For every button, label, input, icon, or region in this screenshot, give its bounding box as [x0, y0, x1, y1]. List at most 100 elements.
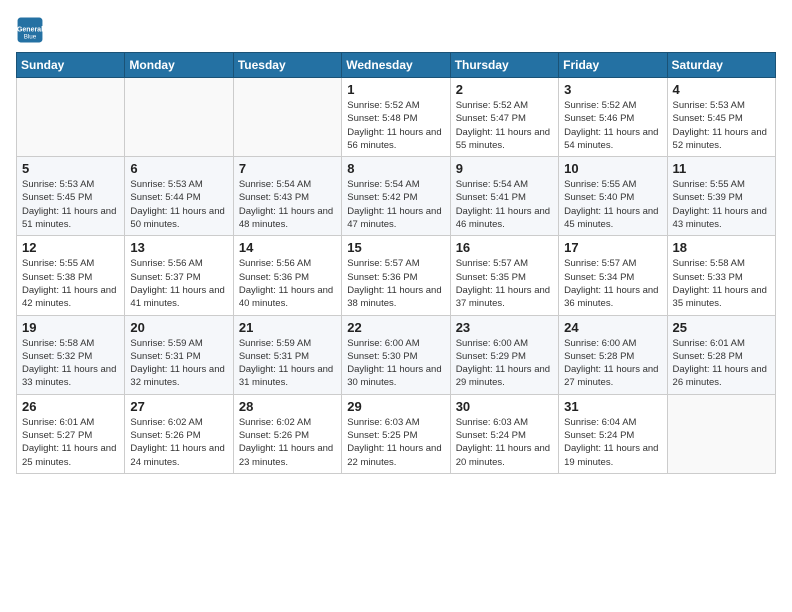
day-number: 4	[673, 82, 770, 97]
calendar-week-row: 1Sunrise: 5:52 AMSunset: 5:48 PMDaylight…	[17, 78, 776, 157]
day-detail: Sunrise: 6:02 AMSunset: 5:26 PMDaylight:…	[239, 416, 336, 469]
day-number: 26	[22, 399, 119, 414]
calendar-cell: 9 Sunrise: 5:54 AMSunset: 5:41 PMDaylight…	[450, 157, 558, 236]
calendar-week-row: 5 Sunrise: 5:53 AMSunset: 5:45 PMDaylight…	[17, 157, 776, 236]
day-detail: Sunrise: 5:54 AMSunset: 5:43 PMDaylight:…	[239, 178, 336, 231]
calendar-cell: 18Sunrise: 5:58 AMSunset: 5:33 PMDayligh…	[667, 236, 775, 315]
calendar-cell: 10 Sunrise: 5:55 AMSunset: 5:40 PMDayligh…	[559, 157, 667, 236]
calendar-cell: 19 Sunrise: 5:58 AMSunset: 5:32 PMDayligh…	[17, 315, 125, 394]
calendar-cell: 29 Sunrise: 6:03 AMSunset: 5:25 PMDayligh…	[342, 394, 450, 473]
day-detail: Sunrise: 6:04 AMSunset: 5:24 PMDaylight:…	[564, 416, 661, 469]
calendar-cell: 2 Sunrise: 5:52 AMSunset: 5:47 PMDaylight…	[450, 78, 558, 157]
day-number: 11	[673, 161, 770, 176]
calendar-cell: 26 Sunrise: 6:01 AMSunset: 5:27 PMDayligh…	[17, 394, 125, 473]
day-number: 24	[564, 320, 661, 335]
calendar-cell: 31 Sunrise: 6:04 AMSunset: 5:24 PMDayligh…	[559, 394, 667, 473]
page-header: General Blue	[16, 16, 776, 44]
day-detail: Sunrise: 6:01 AMSunset: 5:28 PMDaylight:…	[673, 337, 770, 390]
day-detail: Sunrise: 6:00 AMSunset: 5:30 PMDaylight:…	[347, 337, 444, 390]
day-number: 22	[347, 320, 444, 335]
calendar-cell	[233, 78, 341, 157]
calendar-cell: 22 Sunrise: 6:00 AMSunset: 5:30 PMDayligh…	[342, 315, 450, 394]
calendar-cell: 21 Sunrise: 5:59 AMSunset: 5:31 PMDayligh…	[233, 315, 341, 394]
day-detail: Sunrise: 5:55 AMSunset: 5:39 PMDaylight:…	[673, 178, 770, 231]
day-number: 23	[456, 320, 553, 335]
day-number: 29	[347, 399, 444, 414]
day-number: 10	[564, 161, 661, 176]
calendar-cell: 3Sunrise: 5:52 AMSunset: 5:46 PMDaylight…	[559, 78, 667, 157]
day-detail: Sunrise: 5:57 AMSunset: 5:35 PMDaylight:…	[456, 257, 553, 310]
day-number: 12	[22, 240, 119, 255]
day-detail: Sunrise: 6:01 AMSunset: 5:27 PMDaylight:…	[22, 416, 119, 469]
day-detail: Sunrise: 6:00 AMSunset: 5:29 PMDaylight:…	[456, 337, 553, 390]
svg-text:Blue: Blue	[24, 34, 37, 41]
day-number: 20	[130, 320, 227, 335]
day-number: 27	[130, 399, 227, 414]
day-detail: Sunrise: 6:03 AMSunset: 5:25 PMDaylight:…	[347, 416, 444, 469]
day-detail: Sunrise: 5:53 AMSunset: 5:45 PMDaylight:…	[22, 178, 119, 231]
day-number: 19	[22, 320, 119, 335]
day-number: 5	[22, 161, 119, 176]
calendar-cell: 20Sunrise: 5:59 AMSunset: 5:31 PMDayligh…	[125, 315, 233, 394]
day-detail: Sunrise: 5:55 AMSunset: 5:40 PMDaylight:…	[564, 178, 661, 231]
day-detail: Sunrise: 5:53 AMSunset: 5:44 PMDaylight:…	[130, 178, 227, 231]
day-detail: Sunrise: 5:56 AMSunset: 5:37 PMDaylight:…	[130, 257, 227, 310]
day-number: 18	[673, 240, 770, 255]
calendar-cell: 24 Sunrise: 6:00 AMSunset: 5:28 PMDayligh…	[559, 315, 667, 394]
calendar-header-row: SundayMondayTuesdayWednesdayThursdayFrid…	[17, 53, 776, 78]
calendar-cell: 5 Sunrise: 5:53 AMSunset: 5:45 PMDaylight…	[17, 157, 125, 236]
day-number: 8	[347, 161, 444, 176]
day-number: 3	[564, 82, 661, 97]
day-detail: Sunrise: 5:54 AMSunset: 5:42 PMDaylight:…	[347, 178, 444, 231]
weekday-header: Sunday	[17, 53, 125, 78]
day-detail: Sunrise: 5:59 AMSunset: 5:31 PMDaylight:…	[239, 337, 336, 390]
calendar-cell: 30Sunrise: 6:03 AMSunset: 5:24 PMDayligh…	[450, 394, 558, 473]
calendar-week-row: 19 Sunrise: 5:58 AMSunset: 5:32 PMDayligh…	[17, 315, 776, 394]
calendar-cell: 15 Sunrise: 5:57 AMSunset: 5:36 PMDayligh…	[342, 236, 450, 315]
day-detail: Sunrise: 5:57 AMSunset: 5:36 PMDaylight:…	[347, 257, 444, 310]
calendar-cell: 12 Sunrise: 5:55 AMSunset: 5:38 PMDayligh…	[17, 236, 125, 315]
day-detail: Sunrise: 5:54 AMSunset: 5:41 PMDaylight:…	[456, 178, 553, 231]
day-detail: Sunrise: 6:02 AMSunset: 5:26 PMDaylight:…	[130, 416, 227, 469]
day-detail: Sunrise: 6:03 AMSunset: 5:24 PMDaylight:…	[456, 416, 553, 469]
calendar-cell: 16 Sunrise: 5:57 AMSunset: 5:35 PMDayligh…	[450, 236, 558, 315]
calendar-cell: 11 Sunrise: 5:55 AMSunset: 5:39 PMDayligh…	[667, 157, 775, 236]
svg-text:General: General	[17, 27, 43, 34]
calendar-cell: 27 Sunrise: 6:02 AMSunset: 5:26 PMDayligh…	[125, 394, 233, 473]
logo-icon: General Blue	[16, 16, 44, 44]
calendar-cell: 13 Sunrise: 5:56 AMSunset: 5:37 PMDayligh…	[125, 236, 233, 315]
day-number: 15	[347, 240, 444, 255]
day-number: 28	[239, 399, 336, 414]
day-detail: Sunrise: 5:52 AMSunset: 5:48 PMDaylight:…	[347, 99, 444, 152]
day-number: 25	[673, 320, 770, 335]
calendar-table: SundayMondayTuesdayWednesdayThursdayFrid…	[16, 52, 776, 474]
weekday-header: Wednesday	[342, 53, 450, 78]
day-detail: Sunrise: 5:52 AMSunset: 5:47 PMDaylight:…	[456, 99, 553, 152]
day-number: 21	[239, 320, 336, 335]
weekday-header: Tuesday	[233, 53, 341, 78]
day-number: 16	[456, 240, 553, 255]
weekday-header: Thursday	[450, 53, 558, 78]
calendar-week-row: 12 Sunrise: 5:55 AMSunset: 5:38 PMDayligh…	[17, 236, 776, 315]
day-number: 9	[456, 161, 553, 176]
day-detail: Sunrise: 5:55 AMSunset: 5:38 PMDaylight:…	[22, 257, 119, 310]
day-number: 14	[239, 240, 336, 255]
calendar-cell: 17Sunrise: 5:57 AMSunset: 5:34 PMDayligh…	[559, 236, 667, 315]
calendar-cell: 8 Sunrise: 5:54 AMSunset: 5:42 PMDaylight…	[342, 157, 450, 236]
day-detail: Sunrise: 6:00 AMSunset: 5:28 PMDaylight:…	[564, 337, 661, 390]
day-number: 13	[130, 240, 227, 255]
day-number: 6	[130, 161, 227, 176]
calendar-cell: 6 Sunrise: 5:53 AMSunset: 5:44 PMDaylight…	[125, 157, 233, 236]
calendar-cell	[125, 78, 233, 157]
weekday-header: Saturday	[667, 53, 775, 78]
day-number: 2	[456, 82, 553, 97]
calendar-cell: 28 Sunrise: 6:02 AMSunset: 5:26 PMDayligh…	[233, 394, 341, 473]
day-detail: Sunrise: 5:53 AMSunset: 5:45 PMDaylight:…	[673, 99, 770, 152]
day-number: 31	[564, 399, 661, 414]
calendar-cell: 4 Sunrise: 5:53 AMSunset: 5:45 PMDaylight…	[667, 78, 775, 157]
calendar-week-row: 26 Sunrise: 6:01 AMSunset: 5:27 PMDayligh…	[17, 394, 776, 473]
logo: General Blue	[16, 16, 48, 44]
day-number: 7	[239, 161, 336, 176]
calendar-cell: 14Sunrise: 5:56 AMSunset: 5:36 PMDayligh…	[233, 236, 341, 315]
day-detail: Sunrise: 5:58 AMSunset: 5:32 PMDaylight:…	[22, 337, 119, 390]
